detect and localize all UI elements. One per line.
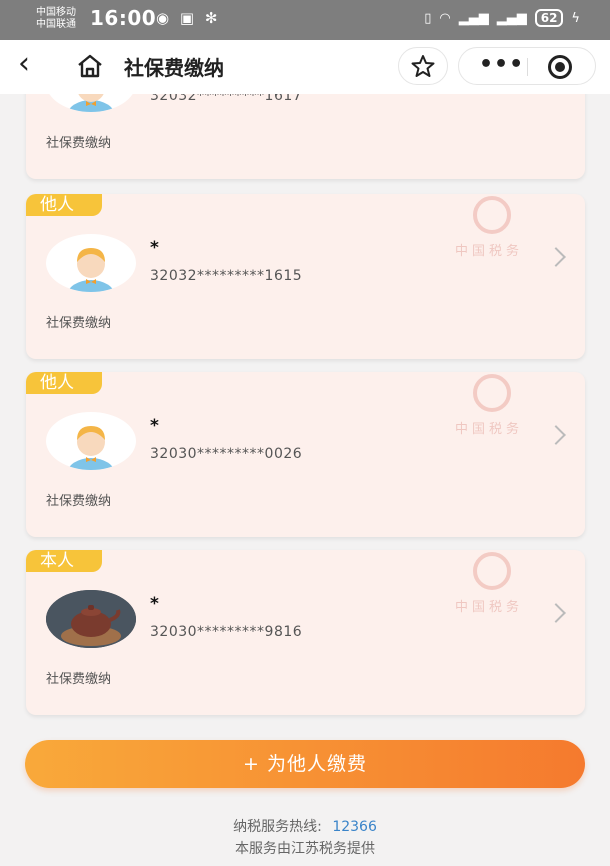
eye-icon: ◉ — [156, 9, 173, 27]
pay-for-others-button[interactable]: + 为他人缴费 — [25, 740, 585, 788]
payer-card[interactable]: 他人 中国税务 * 32032*********1615 社保费缴纳 — [26, 194, 585, 359]
more-icon[interactable]: ••• — [479, 52, 524, 77]
close-miniprogram-icon[interactable] — [548, 55, 572, 79]
wifi-icon: ◠ — [439, 10, 451, 26]
avatar — [46, 94, 136, 112]
service-hotline: 纳税服务热线: 12366 — [0, 816, 610, 836]
id-number: 32030*********9816 — [150, 624, 303, 640]
battery-indicator: 62 — [534, 9, 564, 27]
avatar — [46, 234, 136, 292]
back-icon[interactable]: ‹ — [18, 49, 48, 80]
status-bar: 中国移动 中国联通 16:00 ◉ ▣ ✻ ▯ ◠ ▂▄▆ ▂▄▆ 62 ϟ — [0, 0, 610, 40]
relation-tag: 他人 — [26, 194, 102, 216]
payer-card[interactable]: 本人 中国税务 * 32030*********9816 社保费缴纳 — [26, 550, 585, 715]
chevron-right-icon — [546, 425, 566, 445]
id-number: 32032*********1615 — [150, 268, 303, 284]
tax-emblem-watermark: 中国税务 — [451, 550, 531, 620]
carrier-info: 中国移动 中国联通 — [36, 7, 76, 31]
id-number: 32030*********0026 — [150, 446, 303, 462]
status-icons: ◉ ▣ ✻ — [156, 9, 220, 27]
relation-tag: 他人 — [26, 372, 102, 394]
chevron-right-icon — [546, 603, 566, 623]
nav-bar: ‹ 社保费缴纳 ••• — [0, 40, 610, 94]
payment-type: 社保费缴纳 — [46, 136, 112, 151]
status-right: ▯ ◠ ▂▄▆ ▂▄▆ 62 ϟ — [424, 9, 580, 27]
vibrate-icon: ▯ — [424, 10, 432, 26]
payer-name: * — [150, 416, 159, 436]
bluetooth-icon: ✻ — [204, 9, 221, 27]
id-number: 32032*********1617 — [150, 94, 303, 104]
star-icon — [411, 55, 435, 77]
favorite-button[interactable] — [398, 47, 448, 85]
charging-icon: ϟ — [571, 10, 580, 26]
payment-type: 社保费缴纳 — [46, 672, 112, 687]
nfc-icon: ▣ — [179, 9, 198, 27]
capsule-divider — [527, 58, 528, 76]
chevron-right-icon — [546, 247, 566, 267]
page-title: 社保费缴纳 — [124, 56, 224, 80]
status-time: 16:00 — [90, 6, 157, 30]
hotline-number[interactable]: 12366 — [332, 819, 377, 835]
signal-5g-icon: ▂▄▆ — [458, 10, 489, 26]
avatar — [46, 412, 136, 470]
carrier-2: 中国联通 — [36, 19, 76, 30]
carrier-1: 中国移动 — [36, 7, 76, 18]
relation-tag: 本人 — [26, 550, 102, 572]
home-icon[interactable] — [76, 53, 104, 83]
payer-card[interactable]: 32032*********1617 社保费缴纳 — [26, 94, 585, 179]
signal-4g-icon: ▂▄▆ — [496, 10, 527, 26]
service-provider-note: 本服务由江苏税务提供 — [235, 841, 375, 857]
payment-type: 社保费缴纳 — [46, 316, 112, 331]
tax-emblem-watermark: 中国税务 — [451, 194, 531, 264]
avatar-photo — [46, 590, 136, 648]
mini-program-capsule: ••• — [458, 47, 596, 85]
payer-card[interactable]: 他人 中国税务 * 32030*********0026 社保费缴纳 — [26, 372, 585, 537]
tax-emblem-watermark: 中国税务 — [451, 372, 531, 442]
payment-type: 社保费缴纳 — [46, 494, 112, 509]
hotline-label: 纳税服务热线: — [233, 819, 322, 835]
payer-name: * — [150, 238, 159, 258]
payer-name: * — [150, 594, 159, 614]
